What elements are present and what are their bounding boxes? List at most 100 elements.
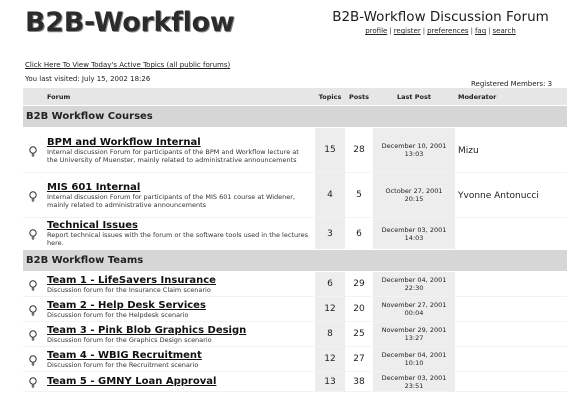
forum-row: Team 5 - GMNY Loan Approval 13 38 December … [23, 371, 567, 392]
forum-title: B2B-Workflow Discussion Forum [332, 9, 549, 25]
category-title[interactable]: B2B Workflow Teams [23, 249, 567, 272]
forum-status-cell [23, 127, 43, 173]
forum-cell: Team 4 - WBIG Recruitment Discussion foru… [43, 346, 315, 372]
last-post-date: December 10, 2001 [381, 142, 447, 150]
forum-description: Discussion forum for the Recruitment sce… [47, 360, 199, 369]
forum-name-link[interactable]: Team 3 - Pink Blob Graphics Design [47, 325, 311, 336]
nav-link-profile[interactable]: profile [365, 27, 387, 35]
active-topics-link[interactable]: Click Here To View Today's Active Topics… [25, 61, 230, 69]
nav-links: profile | register | preferences | faq | search [318, 27, 563, 35]
forum-description: Discussion forum for the Helpdesk scenar… [47, 310, 189, 319]
last-post-cell: December 03, 2001 14:03 [373, 217, 455, 250]
topics-count: 12 [315, 346, 345, 372]
forum-name-link[interactable]: Team 5 - GMNY Loan Approval [47, 376, 311, 387]
last-post-time: 14:03 [404, 233, 424, 242]
registered-members-text: Registered Members: 3 [471, 80, 553, 88]
nav-link-preferences[interactable]: preferences [427, 27, 469, 35]
lightbulb-icon [29, 229, 37, 240]
posts-count: 29 [345, 271, 373, 297]
nav-separator: | [488, 27, 491, 35]
header-topics: Topics [315, 88, 345, 106]
lightbulb-icon [29, 304, 37, 316]
lightbulb-icon [29, 354, 37, 366]
forum-name-link[interactable]: Team 4 - WBIG Recruitment [47, 350, 311, 361]
forum-row: BPM and Workflow Internal Internal discus… [23, 127, 567, 173]
last-post-date: December 03, 2001 [381, 225, 447, 234]
forum-cell: Team 5 - GMNY Loan Approval [43, 371, 315, 392]
last-post-cell: December 04, 2001 22:30 [373, 271, 455, 297]
forum-row: Team 1 - LifeSavers Insurance Discussion … [23, 271, 567, 297]
lightbulb-icon [29, 377, 37, 388]
header-icon-col [23, 88, 43, 106]
topics-count: 15 [315, 127, 345, 173]
category-row: B2B Workflow Teams [23, 249, 567, 272]
forum-cell: Team 2 - Help Desk Services Discussion fo… [43, 296, 315, 322]
last-post-time: 13:27 [404, 334, 424, 342]
header-last-post: Last Post [373, 88, 455, 106]
forum-status-cell [23, 172, 43, 218]
forum-row: Team 4 - WBIG Recruitment Discussion foru… [23, 346, 567, 372]
forum-name-link[interactable]: Team 2 - Help Desk Services [47, 300, 311, 311]
last-post-time: 23:51 [404, 381, 424, 390]
posts-count: 28 [345, 127, 373, 173]
topics-count: 13 [315, 371, 345, 392]
forum-cell: Technical Issues Report technical issues … [43, 217, 315, 250]
last-post-cell: December 03, 2001 23:51 [373, 371, 455, 392]
forum-name-link[interactable]: BPM and Workflow Internal [47, 137, 311, 148]
forum-row: Team 2 - Help Desk Services Discussion fo… [23, 296, 567, 322]
moderator-cell: Yvonne Antonucci [455, 172, 567, 218]
nav-separator: | [389, 27, 392, 35]
nav-link-faq[interactable]: faq [475, 27, 486, 35]
posts-count: 25 [345, 321, 373, 347]
moderator-cell: Mizu [455, 127, 567, 173]
posts-count: 5 [345, 172, 373, 218]
last-post-date: November 29, 2001 [381, 326, 447, 334]
moderator-cell [455, 371, 567, 392]
nav-separator: | [470, 27, 473, 35]
posts-count: 27 [345, 346, 373, 372]
posts-count: 6 [345, 217, 373, 250]
moderator-cell [455, 321, 567, 347]
forum-name-link[interactable]: Technical Issues [47, 220, 311, 231]
topics-count: 8 [315, 321, 345, 347]
last-post-time: 20:15 [404, 195, 424, 203]
forum-description: Internal discussion Forum for participan… [47, 147, 299, 164]
forum-description: Report technical issues with the forum o… [47, 231, 308, 247]
topics-count: 6 [315, 271, 345, 297]
last-post-date: October 27, 2001 [385, 187, 443, 195]
last-post-date: December 04, 2001 [381, 276, 447, 284]
nav-link-register[interactable]: register [394, 27, 421, 35]
forum-status-cell [23, 217, 43, 250]
last-post-cell: November 27, 2001 00:04 [373, 296, 455, 322]
posts-count: 20 [345, 296, 373, 322]
lightbulb-icon [29, 145, 37, 157]
nav-separator: | [422, 27, 426, 35]
forum-cell: MIS 601 Internal Internal discussion Foru… [43, 172, 315, 218]
last-post-time: 00:04 [404, 309, 424, 317]
last-post-cell: December 04, 2001 10:10 [373, 346, 455, 372]
moderator-cell [455, 271, 567, 297]
topics-count: 3 [315, 217, 345, 250]
forum-cell: Team 1 - LifeSavers Insurance Discussion … [43, 271, 315, 297]
forum-name-link[interactable]: Team 1 - LifeSavers Insurance [47, 275, 311, 286]
nav-link-search[interactable]: search [493, 27, 516, 35]
moderator-cell [455, 296, 567, 322]
table-header-row: Forum Topics Posts Last Post Moderator [23, 88, 567, 106]
topics-count: 4 [315, 172, 345, 218]
last-post-time: 10:10 [404, 359, 424, 367]
last-post-time: 22:30 [404, 284, 424, 292]
lightbulb-icon [29, 190, 37, 202]
forum-status-cell [23, 371, 43, 392]
forum-row: Technical Issues Report technical issues … [23, 217, 567, 250]
forum-description: Discussion forum for the Insurance Claim… [47, 285, 211, 294]
last-post-cell: December 10, 2001 13:03 [373, 127, 455, 173]
forum-table: Forum Topics Posts Last Post Moderator B… [23, 88, 567, 392]
category-title[interactable]: B2B Workflow Courses [23, 105, 567, 128]
forum-name-link[interactable]: MIS 601 Internal [47, 182, 311, 193]
last-post-time: 13:03 [404, 150, 424, 158]
forum-status-cell [23, 321, 43, 347]
last-visited-text: You last visited: July 15, 2002 18:26 [25, 75, 151, 83]
forum-description: Internal discussion Forum for participan… [47, 192, 296, 209]
forum-description: Discussion forum for the Graphics Design… [47, 335, 212, 344]
topics-count: 12 [315, 296, 345, 322]
